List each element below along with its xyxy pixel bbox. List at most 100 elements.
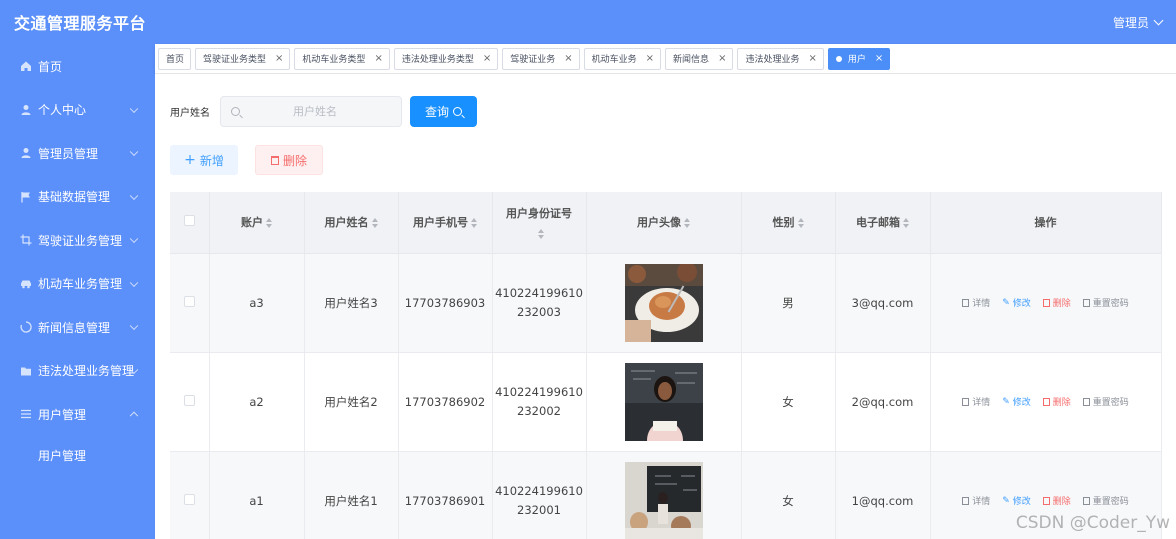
user-table: 账户 用户姓名 用户手机号 用户身份证号 用户头像 性别 电子邮箱 操作 a3 …	[170, 192, 1162, 539]
email-cell: 1@qq.com	[835, 451, 931, 539]
table-row[interactable]: a2 用户姓名2 17703786902 410224199610 232002	[170, 352, 1162, 452]
detail-link[interactable]: 详情	[962, 494, 990, 507]
avatar-image-student[interactable]	[624, 362, 703, 441]
edit-link[interactable]: ✎ 修改	[1002, 494, 1031, 508]
table-row[interactable]: a1 用户姓名1 17703786901 410224199610 232001	[170, 451, 1162, 539]
home-icon	[20, 60, 32, 72]
user-menu[interactable]: 管理员	[1113, 14, 1164, 31]
close-icon[interactable]: ×	[875, 53, 883, 64]
tag-users[interactable]: 用户 ×	[827, 47, 891, 70]
avatar-cell	[586, 253, 742, 353]
watermark-text: CSDN @Coder_Yw	[1015, 513, 1170, 533]
sidebar-item-base-data[interactable]: 基础数据管理	[0, 175, 155, 219]
tag-violation[interactable]: 违法处理业务 ×	[737, 47, 824, 70]
reset-password-link[interactable]: 重置密码	[1082, 296, 1129, 309]
reset-password-link[interactable]: 重置密码	[1082, 395, 1129, 408]
column-header[interactable]: 电子邮箱	[835, 192, 931, 254]
sidebar-item-admin[interactable]: 管理员管理	[0, 132, 155, 176]
account-cell: a2	[209, 352, 305, 452]
avatar-image-food[interactable]	[624, 263, 703, 342]
tag-vehicle-type[interactable]: 机动车业务类型 ×	[294, 47, 390, 70]
search-icon	[231, 107, 240, 116]
table-row[interactable]: a3 用户姓名3 17703786903 410224199610 232003	[170, 253, 1162, 353]
reset-password-label: 重置密码	[1092, 299, 1129, 309]
select-all-checkbox[interactable]	[183, 215, 195, 227]
close-icon[interactable]: ×	[808, 53, 816, 64]
sort-icon[interactable]	[684, 218, 690, 229]
close-icon[interactable]: ×	[374, 53, 382, 64]
edit-link[interactable]: ✎ 修改	[1002, 395, 1031, 409]
edit-link[interactable]: ✎ 修改	[1002, 296, 1031, 310]
close-icon[interactable]: ×	[275, 53, 283, 64]
tag-label: 机动车业务	[591, 55, 637, 65]
avatar-image-classroom[interactable]	[624, 461, 703, 539]
delete-button[interactable]: 删除	[255, 145, 323, 175]
delete-link[interactable]: 删除	[1042, 296, 1071, 309]
row-select-cell[interactable]	[170, 253, 210, 353]
row-select-cell[interactable]	[170, 352, 210, 452]
name-cell: 用户姓名1	[304, 451, 399, 539]
sidebar-item-license[interactable]: 驾驶证业务管理	[0, 219, 155, 263]
column-header[interactable]: 用户手机号	[398, 192, 493, 254]
sidebar-item-users[interactable]: 用户管理	[0, 393, 155, 437]
reset-password-link[interactable]: 重置密码	[1082, 494, 1129, 507]
query-button[interactable]: 查询	[410, 96, 477, 127]
active-dot-icon	[835, 55, 842, 62]
sort-icon[interactable]	[471, 218, 477, 229]
column-header[interactable]: 用户身份证号	[492, 192, 587, 254]
row-checkbox[interactable]	[183, 394, 195, 406]
tag-news[interactable]: 新闻信息 ×	[665, 47, 734, 70]
sidebar-item-vehicle[interactable]: 机动车业务管理	[0, 262, 155, 306]
row-select-cell[interactable]	[170, 451, 210, 539]
chevron-down-icon	[129, 278, 139, 287]
sort-icon[interactable]	[371, 218, 378, 229]
tag-violation-type[interactable]: 违法处理业务类型 ×	[393, 47, 499, 70]
tag-home[interactable]: 首页	[158, 47, 192, 70]
loading-icon	[20, 321, 32, 333]
add-button-label: 新增	[199, 153, 224, 168]
sidebar-item-home[interactable]: 首页	[0, 44, 155, 88]
sidebar-item-news[interactable]: 新闻信息管理	[0, 306, 155, 350]
sort-icon[interactable]	[266, 218, 272, 229]
phone-cell: 17703786902	[398, 352, 493, 452]
sort-icon[interactable]	[537, 228, 544, 239]
list-icon	[20, 408, 32, 420]
column-header[interactable]: 账户	[209, 192, 305, 254]
add-button[interactable]: + 新增	[170, 145, 238, 175]
column-header[interactable]: 性别	[741, 192, 836, 254]
tag-license-type[interactable]: 驾驶证业务类型 ×	[195, 47, 291, 70]
detail-link[interactable]: 详情	[962, 296, 990, 309]
delete-button-label: 删除	[282, 153, 307, 168]
row-checkbox[interactable]	[183, 493, 195, 505]
sort-icon[interactable]	[797, 218, 804, 229]
sidebar-subitem-users[interactable]: 用户管理	[0, 436, 155, 474]
detail-label: 详情	[972, 497, 991, 507]
sidebar-item-violation[interactable]: 违法处理业务管理	[0, 349, 155, 393]
trash-icon	[270, 155, 279, 165]
search-input[interactable]	[240, 105, 390, 118]
top-header: 交通管理服务平台 管理员	[0, 0, 1176, 44]
column-header-label: 操作	[1034, 216, 1057, 230]
select-all-cell[interactable]	[170, 192, 210, 254]
close-icon[interactable]: ×	[646, 53, 654, 64]
search-form: 用户姓名 查询	[170, 96, 477, 127]
tag-vehicle[interactable]: 机动车业务 ×	[583, 47, 662, 70]
column-header[interactable]: 用户头像	[586, 192, 742, 254]
column-header[interactable]: 用户姓名	[304, 192, 399, 254]
delete-link[interactable]: 删除	[1042, 494, 1071, 507]
sort-icon[interactable]	[903, 218, 909, 229]
folder-icon	[20, 365, 32, 377]
sidebar-item-profile[interactable]: 个人中心	[0, 88, 155, 132]
search-input-wrapper[interactable]	[220, 96, 402, 127]
delete-link[interactable]: 删除	[1042, 395, 1071, 408]
car-icon	[20, 278, 32, 290]
close-icon[interactable]: ×	[564, 53, 572, 64]
close-icon[interactable]: ×	[483, 53, 491, 64]
avatar-cell	[586, 352, 742, 452]
detail-link[interactable]: 详情	[962, 395, 990, 408]
sidebar: 首页 个人中心 管理员管理 基础数据管理 驾驶证业务管理 机动车业务管理 新闻信…	[0, 44, 155, 539]
row-checkbox[interactable]	[183, 295, 195, 307]
tag-license[interactable]: 驾驶证业务 ×	[502, 47, 580, 70]
close-icon[interactable]: ×	[718, 53, 726, 64]
tag-label: 首页	[166, 55, 185, 65]
